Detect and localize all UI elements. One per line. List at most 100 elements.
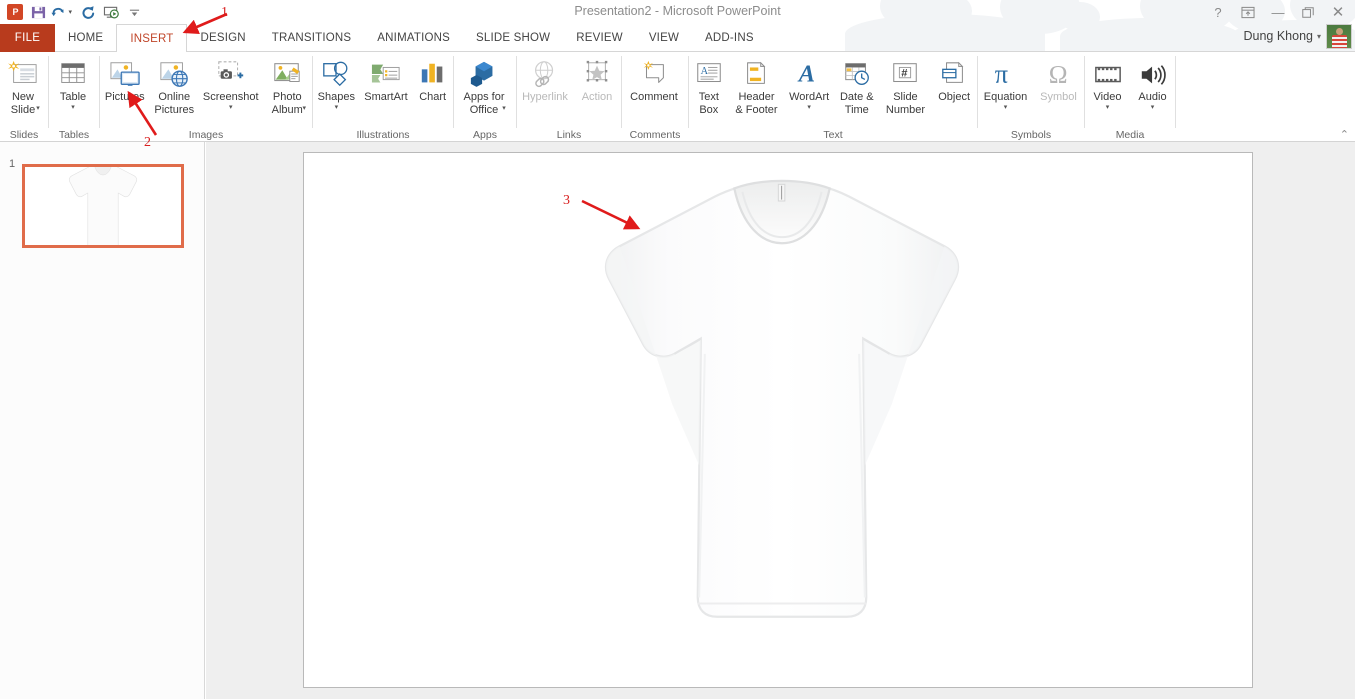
avatar[interactable] [1326,24,1352,49]
window-controls[interactable]: ? — ✕ [1203,0,1353,24]
text-box-button[interactable]: A Text Box [690,54,728,117]
new-slide-button[interactable]: New Slide ▾ [0,54,46,116]
powerpoint-logo-icon[interactable]: P [4,2,26,22]
tab-animations[interactable]: ANIMATIONS [364,24,463,52]
hyperlink-button[interactable]: Hyperlink [519,54,571,104]
header-footer-button[interactable]: Header & Footer [729,54,783,117]
photo-album-caret[interactable]: ▾ [302,105,306,112]
pictures-button[interactable]: Pictures [101,54,149,104]
shapes-label: Shapes [317,91,355,103]
symbol-button[interactable]: Ω Symbol [1035,54,1083,104]
table-button[interactable]: Table ▾ [49,54,97,111]
smartart-button[interactable]: SmartArt [361,54,411,104]
object-button[interactable]: Object [932,54,976,104]
date-time-button[interactable]: Date & Time [835,54,879,117]
slide-tshirt-image[interactable] [304,153,1252,687]
chevron-down-icon[interactable]: ▾ [1317,32,1321,41]
tab-slide-show[interactable]: SLIDE SHOW [463,24,563,52]
ribbon-group-label-media: Media [1115,129,1145,141]
ribbon-group-label-links: Links [556,129,582,141]
ribbon-display-options-icon[interactable] [1233,1,1263,23]
audio-label: Audio [1138,91,1167,103]
audio-icon [1138,57,1168,89]
save-icon[interactable] [27,2,49,22]
equation-button[interactable]: π Equation ▾ [980,54,1032,111]
apps-for-office-caret[interactable]: ▾ [502,105,506,112]
chart-button[interactable]: Chart [414,54,452,104]
shapes-button[interactable]: Shapes ▾ [314,54,358,111]
table-caret[interactable]: ▾ [71,104,75,111]
slide-number-button[interactable]: # Slide Number [880,54,930,117]
ribbon-group-label-tables: Tables [58,129,90,141]
action-label: Action [581,91,613,103]
help-icon[interactable]: ? [1203,1,1233,23]
pictures-label: Pictures [104,91,145,103]
shapes-caret[interactable]: ▾ [335,104,339,111]
tab-review[interactable]: REVIEW [563,24,636,52]
slide-number-icon: # [890,57,920,89]
ribbon-insert: New Slide ▾ Slides Table ▾ Tables Pictur… [0,52,1355,142]
ribbon-group-media: Video ▾ Audio ▾ Media [1085,52,1175,142]
ribbon-group-label-apps: Apps [473,129,497,141]
screenshot-icon [214,57,248,89]
video-caret[interactable]: ▾ [1106,104,1110,111]
wordart-button[interactable]: A WordArt ▾ [785,54,833,112]
screenshot-button[interactable]: Screenshot ▾ [200,54,262,111]
shapes-icon [321,57,351,89]
ribbon-group-label-comments: Comments [629,129,681,141]
comment-button[interactable]: Comment [622,54,686,104]
customize-qat-icon[interactable] [123,2,145,22]
apps-for-office-icon [468,57,500,89]
collapse-ribbon-icon[interactable]: ⌃ [1340,128,1349,141]
hyperlink-icon [530,57,560,89]
tab-view[interactable]: VIEW [636,24,692,52]
wordart-caret[interactable]: ▾ [807,104,811,111]
header-footer-icon [742,57,770,89]
undo-dropdown-caret[interactable]: ▾ [68,9,72,16]
apps-for-office-label: Apps for Office [463,91,505,116]
undo-icon[interactable]: ▾ [50,2,72,22]
group-separator [1175,56,1176,128]
apps-for-office-button[interactable]: Apps for Office ▾ [454,54,514,116]
video-button[interactable]: Video ▾ [1087,54,1129,111]
tab-file[interactable]: FILE [0,24,55,52]
restore-icon[interactable] [1293,1,1323,23]
online-pictures-button[interactable]: Online Pictures [150,54,198,117]
new-slide-caret[interactable]: ▾ [36,105,40,112]
photo-album-icon [271,57,303,89]
slide-canvas[interactable] [303,152,1253,688]
equation-caret[interactable]: ▾ [1004,104,1008,111]
window-title: Presentation2 - Microsoft PowerPoint [574,4,781,18]
quick-access-toolbar[interactable]: P ▾ [4,2,145,22]
slide-thumbnail-number: 1 [9,158,16,170]
close-icon[interactable]: ✕ [1323,1,1353,23]
start-slideshow-icon[interactable] [100,2,122,22]
tab-home[interactable]: HOME [55,24,116,52]
thumbnail-tshirt-image [25,167,181,245]
tab-transitions[interactable]: TRANSITIONS [259,24,365,52]
action-button[interactable]: Action [575,54,619,104]
tab-insert[interactable]: INSERT [116,24,188,52]
chart-icon [419,57,447,89]
online-pictures-label: Online Pictures [154,91,195,116]
screenshot-caret[interactable]: ▾ [229,104,233,111]
comment-icon [639,57,669,89]
minimize-icon[interactable]: — [1263,1,1293,23]
date-time-label: Date & Time [839,91,874,116]
ribbon-group-slides: New Slide ▾ Slides [0,52,48,142]
audio-caret[interactable]: ▾ [1151,104,1155,111]
object-label: Object [938,91,970,103]
account-menu[interactable]: Dung Khong ▾ [1243,29,1321,43]
annotation-label-3: 3 [563,193,570,208]
audio-button[interactable]: Audio ▾ [1132,54,1174,111]
date-time-icon [842,57,872,89]
comment-label: Comment [630,91,678,103]
action-icon [582,57,612,89]
tab-design[interactable]: DESIGN [187,24,258,52]
redo-icon[interactable] [77,2,99,22]
tab-add-ins[interactable]: ADD-INS [692,24,767,52]
wordart-icon: A [794,57,824,89]
slide-thumbnail-1[interactable] [22,164,184,248]
photo-album-button[interactable]: Photo Album ▾ [263,54,311,116]
ribbon-tabs: FILE HOME INSERT DESIGN TRANSITIONS ANIM… [0,24,1355,52]
